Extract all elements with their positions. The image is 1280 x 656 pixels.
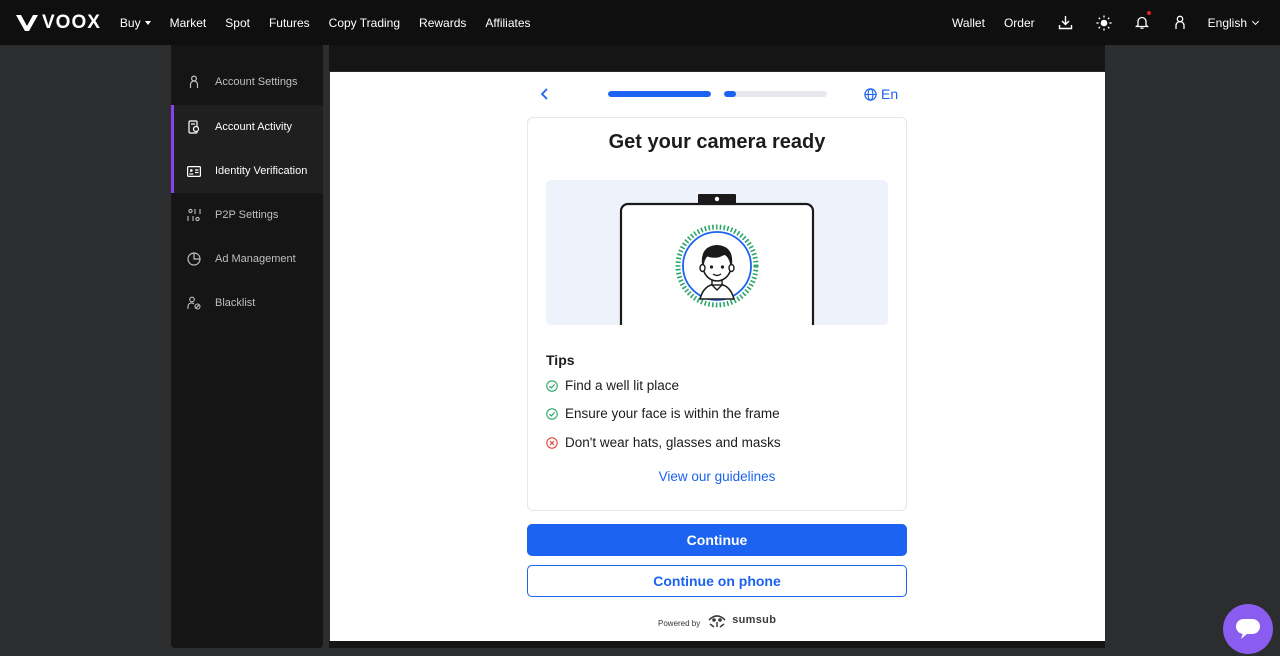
nav-rewards-label: Rewards: [419, 15, 467, 30]
nav-buy-label: Buy: [119, 15, 141, 30]
user-icon: [187, 75, 201, 89]
content-header-strip: [329, 45, 1105, 72]
right-nav: Wallet Order English: [952, 0, 1280, 45]
theme-sun-icon[interactable]: [1094, 13, 1114, 33]
support-chat-button[interactable]: [1223, 604, 1273, 654]
tip-item: Find a well lit place: [546, 378, 679, 393]
continue-button[interactable]: Continue: [527, 524, 907, 556]
caret-down-icon: [144, 20, 151, 25]
user-icon[interactable]: [1170, 13, 1190, 33]
progress-step-2: [724, 91, 827, 97]
nav-copy-trading[interactable]: Copy Trading: [329, 16, 400, 30]
sumsub-logo-icon: [708, 615, 726, 628]
tip-text: Find a well lit place: [565, 378, 680, 393]
progress-step-2-fill: [724, 91, 737, 97]
tip-item: Ensure your face is within the frame: [546, 406, 780, 421]
download-icon[interactable]: [1056, 13, 1076, 33]
brand-logo[interactable]: VOOX: [16, 12, 101, 34]
progress-step-1: [608, 91, 711, 97]
nav-affiliates[interactable]: Affiliates: [485, 16, 530, 30]
language-label: English: [1207, 15, 1247, 30]
nav-spot-label: Spot: [225, 15, 250, 30]
voox-logo-icon: [16, 14, 38, 31]
globe-icon: [864, 87, 877, 101]
sidebar-item-label: Ad Management: [215, 253, 296, 265]
nav-market[interactable]: Market: [170, 16, 207, 30]
powered-by-label: Powered by: [658, 618, 701, 628]
language-code: En: [881, 86, 899, 102]
x-circle-icon: [546, 436, 558, 449]
nav-futures[interactable]: Futures: [269, 16, 310, 30]
nav-rewards[interactable]: Rewards: [419, 16, 466, 30]
nav-copy-trading-label: Copy Trading: [328, 15, 401, 30]
camera-ready-card: Get your camera ready Tips Find a well l…: [527, 117, 907, 511]
nav-market-label: Market: [169, 15, 207, 30]
notification-dot: [1146, 10, 1151, 15]
user-block-icon: [187, 296, 201, 310]
view-guidelines-link[interactable]: View our guidelines: [528, 469, 906, 484]
check-circle-icon: [546, 407, 558, 420]
wallet-link[interactable]: Wallet: [952, 16, 985, 30]
pie-chart-icon: [187, 252, 201, 266]
nav-futures-label: Futures: [268, 15, 310, 30]
provider-name: sumsub: [732, 614, 777, 626]
sidebar-item-p2p-settings[interactable]: P2P Settings: [171, 193, 323, 237]
chat-bubble-icon: [1236, 619, 1260, 639]
tips-heading: Tips: [546, 352, 575, 368]
chevron-down-icon: [1251, 17, 1260, 25]
sidebar-item-account-settings[interactable]: Account Settings: [171, 60, 323, 104]
sidebar-item-label: Account Settings: [215, 76, 298, 88]
nav-spot[interactable]: Spot: [225, 16, 250, 30]
language-switch[interactable]: En: [864, 86, 898, 102]
activity-icon: [187, 120, 201, 134]
sidebar-item-label: Identity Verification: [215, 165, 308, 177]
p2p-icon: [187, 208, 201, 222]
sidebar-item-identity-verification[interactable]: Identity Verification: [171, 149, 323, 193]
sidebar-item-blacklist[interactable]: Blacklist: [171, 281, 323, 325]
sidebar-item-account-activity[interactable]: Account Activity: [171, 105, 323, 149]
sidebar-item-label: P2P Settings: [215, 209, 279, 221]
nav-buy[interactable]: Buy: [120, 16, 151, 30]
sidebar-item-label: Blacklist: [215, 297, 256, 309]
order-link[interactable]: Order: [1004, 16, 1035, 30]
content-footer-strip: [329, 641, 1105, 648]
check-circle-icon: [546, 379, 558, 392]
top-navbar: VOOX Buy Market Spot Futures Copy Tradin…: [0, 0, 1280, 45]
back-chevron-icon[interactable]: [538, 87, 552, 101]
progress-step-1-fill: [608, 91, 711, 97]
main-nav: Buy Market Spot Futures Copy Trading Rew…: [120, 16, 550, 30]
language-selector[interactable]: English: [1207, 15, 1260, 30]
account-sidebar: Account Settings Account Activity Identi…: [171, 45, 323, 648]
sidebar-item-ad-management[interactable]: Ad Management: [171, 237, 323, 281]
brand-name: VOOX: [42, 11, 101, 33]
sidebar-item-label: Account Activity: [215, 121, 293, 133]
laptop-face-illustration: [619, 194, 815, 325]
tip-text: Don't wear hats, glasses and masks: [565, 435, 781, 450]
tip-item: Don't wear hats, glasses and masks: [546, 435, 781, 450]
powered-by-footer: Powered by sumsub: [658, 611, 776, 629]
page-title: Get your camera ready: [608, 131, 826, 153]
tip-text: Ensure your face is within the frame: [565, 406, 780, 421]
id-card-icon: [187, 164, 201, 178]
continue-on-phone-button[interactable]: Continue on phone: [527, 565, 907, 597]
camera-illustration: [546, 180, 888, 325]
bell-icon[interactable]: [1132, 10, 1152, 33]
nav-affiliates-label: Affiliates: [485, 15, 531, 30]
